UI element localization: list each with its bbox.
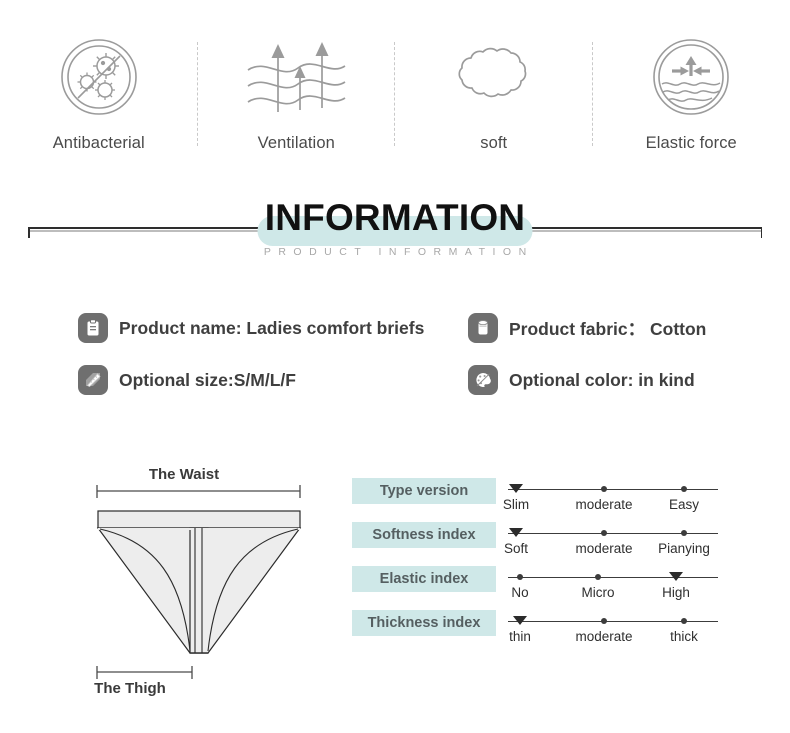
scale-track: Soft moderate Pianying — [504, 522, 718, 564]
scale-row-label: Thickness index — [352, 610, 496, 636]
feature-label: Antibacterial — [52, 134, 145, 152]
scale-point-label: Micro — [581, 585, 615, 600]
scale-track: No Micro High — [508, 566, 718, 608]
thigh-label: The Thigh — [94, 680, 166, 697]
marker-dot-icon — [595, 574, 601, 580]
elastic-force-icon — [650, 34, 732, 120]
scale-row-label: Softness index — [352, 522, 496, 548]
scale-row: Thickness index thin moderate thick — [352, 610, 752, 654]
clipboard-icon — [78, 313, 108, 343]
page-subtitle: PRODUCT INFORMATION — [263, 246, 534, 258]
feature-ventilation: Ventilation — [198, 34, 395, 179]
marker-dot-icon — [601, 618, 607, 624]
information-banner: INFORMATION PRODUCT INFORMATION — [0, 196, 790, 274]
scale-point-label: High — [662, 585, 690, 600]
marker-dot-icon — [681, 530, 687, 536]
info-label: Product fabric： Cotton — [509, 318, 707, 339]
feature-elastic-force: Elastic force — [593, 34, 790, 179]
info-item-product-fabric: Product fabric： Cotton — [468, 313, 706, 343]
marker-dot-icon — [681, 618, 687, 624]
scale-point-label: moderate — [575, 629, 633, 644]
feature-label: soft — [480, 134, 508, 152]
scale-row: Elastic index No Micro High — [352, 566, 752, 610]
info-item-optional-color: Optional color: in kind — [468, 365, 695, 395]
feature-label: Ventilation — [257, 134, 335, 152]
scale-row-label: Elastic index — [352, 566, 496, 592]
feature-label: Elastic force — [645, 134, 737, 152]
scale-point-label: Slim — [502, 497, 530, 512]
scale-row: Softness index Soft moderate Pianying — [352, 522, 752, 566]
product-info-grid: Product name: Ladies comfort briefs Opti… — [0, 307, 790, 407]
scale-row: Type version Slim moderate Easy — [352, 478, 752, 522]
scale-point-label: Easy — [668, 497, 700, 512]
scale-point-label: moderate — [575, 541, 633, 556]
scale-point-label: thin — [509, 629, 531, 644]
scale-point-label: moderate — [575, 497, 633, 512]
scale-line — [508, 577, 718, 579]
ventilation-icon — [244, 34, 349, 120]
index-scale-table: Type version Slim moderate Easy Softness… — [352, 478, 752, 654]
waist-label: The Waist — [148, 466, 220, 483]
feature-soft: soft — [395, 34, 593, 179]
fabric-icon — [468, 313, 498, 343]
page-title: INFORMATION — [264, 197, 526, 238]
scale-track: thin moderate thick — [508, 610, 718, 652]
marker-dot-icon — [601, 486, 607, 492]
soft-cloud-icon — [444, 34, 544, 120]
scale-point-label: Pianying — [658, 541, 710, 556]
palette-icon — [468, 365, 498, 395]
scale-row-label: Type version — [352, 478, 496, 504]
briefs-illustration — [96, 485, 302, 679]
info-label: Optional color: in kind — [509, 369, 695, 390]
marker-triangle-icon — [509, 528, 523, 537]
feature-strip: Antibacterial Ventilation soft Elastic f… — [0, 34, 790, 179]
scale-point-label: Soft — [503, 541, 529, 556]
info-item-optional-size: Optional size:S/M/L/F — [78, 365, 296, 395]
scale-track: Slim moderate Easy — [503, 478, 718, 520]
antibacterial-icon — [58, 34, 140, 120]
ruler-icon — [78, 365, 108, 395]
scale-point-label: thick — [670, 629, 698, 644]
marker-triangle-icon — [669, 572, 683, 581]
marker-dot-icon — [517, 574, 523, 580]
scale-point-label: No — [511, 585, 529, 600]
garment-measurement-diagram: The Waist The Thigh — [62, 460, 362, 710]
marker-dot-icon — [601, 530, 607, 536]
info-label: Optional size:S/M/L/F — [119, 369, 296, 390]
marker-triangle-icon — [513, 616, 527, 625]
marker-triangle-icon — [509, 484, 523, 493]
feature-antibacterial: Antibacterial — [0, 34, 198, 179]
info-item-product-name: Product name: Ladies comfort briefs — [78, 313, 424, 343]
marker-dot-icon — [681, 486, 687, 492]
info-label: Product name: Ladies comfort briefs — [119, 317, 425, 338]
